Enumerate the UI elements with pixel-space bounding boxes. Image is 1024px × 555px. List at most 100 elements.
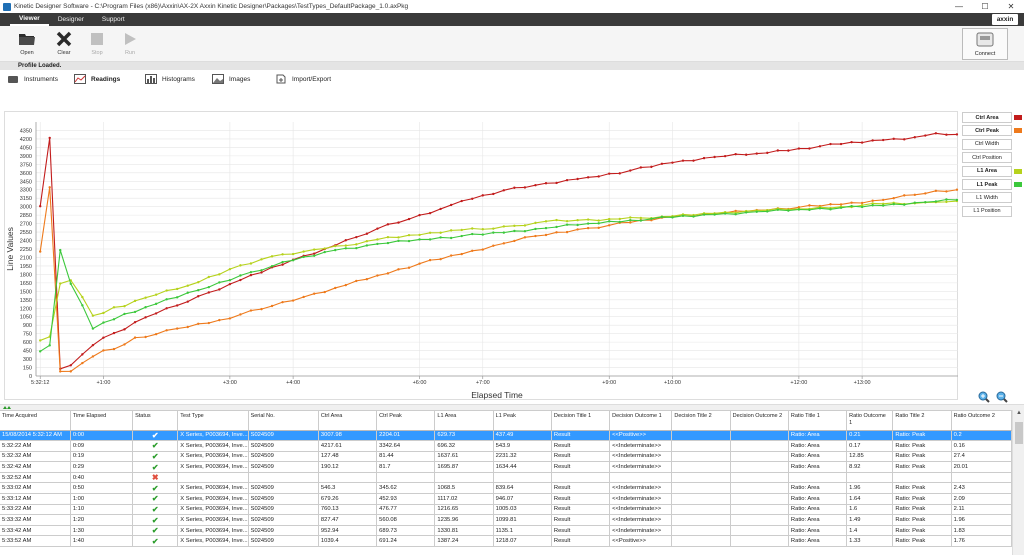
- nav-instruments[interactable]: Instruments: [7, 74, 58, 84]
- table-row[interactable]: 5:33:52 AM 1:40 ✔ X Series, P003694, Inve..…: [0, 535, 1012, 548]
- legend-item-l1-peak[interactable]: L1 Peak: [962, 179, 1012, 190]
- legend-item-ctrl-position[interactable]: Ctrl Position: [962, 152, 1012, 164]
- column-header[interactable]: Serial No.: [248, 411, 319, 431]
- table-cell: 5:33:52 AM: [0, 535, 71, 548]
- table-cell: [788, 472, 848, 484]
- legend-item-ctrl-area[interactable]: Ctrl Area: [962, 112, 1012, 123]
- data-point-l1-peak: [270, 265, 274, 268]
- column-header[interactable]: Ratio Title 2: [892, 411, 952, 431]
- table-row[interactable]: 5:33:22 AM 1:10 ✔ X Series, P003694, Inve..…: [0, 504, 1012, 516]
- nav-readings[interactable]: Readings: [74, 74, 120, 84]
- table-row[interactable]: 15/08/2014 5:32:12 AM 0:00 ✔ X Series, P003…: [0, 430, 1012, 442]
- connect-button[interactable]: Connect: [962, 28, 1008, 60]
- data-point-l1-peak: [502, 231, 506, 234]
- open-button[interactable]: Open: [14, 30, 40, 60]
- legend-swatch: [1014, 182, 1022, 187]
- column-header[interactable]: Ratio Outcome 1: [846, 411, 894, 431]
- data-point-ctrl-area: [175, 304, 179, 307]
- column-header[interactable]: L1 Peak: [493, 411, 552, 431]
- tab-support[interactable]: Support: [93, 13, 134, 26]
- legend-item-ctrl-width[interactable]: Ctrl Width: [962, 138, 1012, 150]
- legend-item-l1-position[interactable]: L1 Position: [962, 205, 1012, 217]
- table-row[interactable]: 5:32:32 AM 0:19 ✔ X Series, P003694, Inve..…: [0, 451, 1012, 463]
- table-cell: 5:32:32 AM: [0, 451, 71, 463]
- table-cell: 12.85: [846, 451, 894, 463]
- nav-import-export[interactable]: Import/Export: [275, 74, 331, 84]
- column-header[interactable]: Ctrl Peak: [376, 411, 436, 431]
- column-header[interactable]: L1 Area: [434, 411, 494, 431]
- table-row[interactable]: 5:33:42 AM 1:30 ✔ X Series, P003694, Inve..…: [0, 525, 1012, 537]
- legend-item-l1-width[interactable]: L1 Width: [962, 192, 1012, 204]
- table-row[interactable]: 5:32:42 AM 0:29 ✔ X Series, P003694, Inve..…: [0, 461, 1012, 473]
- data-point-ctrl-area: [597, 175, 600, 178]
- data-point-l1-peak: [945, 198, 948, 201]
- table-cell: [730, 451, 789, 463]
- table-cell: 560.08: [376, 514, 436, 526]
- data-point-l1-area: [228, 267, 232, 271]
- table-row[interactable]: 5:33:12 AM 1:00 ✔ X Series, P003694, Inve..…: [0, 493, 1012, 505]
- scroll-thumb[interactable]: [1015, 422, 1023, 444]
- table-row[interactable]: 5:32:52 AM 0:40 ✖: [0, 472, 1012, 484]
- column-header[interactable]: Decision Outcome 2: [730, 411, 789, 431]
- table-cell: 543.9: [493, 440, 552, 452]
- column-header[interactable]: Status: [132, 411, 179, 431]
- legend-item-l1-area[interactable]: L1 Area: [962, 165, 1012, 177]
- clear-button[interactable]: Clear: [51, 30, 77, 60]
- table-cell: 1695.87: [434, 461, 494, 473]
- column-header[interactable]: Decision Outcome 1: [609, 411, 673, 431]
- chart-legend: Ctrl Area Ctrl Peak Ctrl Width Ctrl Positio…: [962, 112, 1024, 222]
- table-cell: <<Positive>>: [609, 535, 673, 548]
- table-cell: 1.4: [846, 525, 894, 537]
- data-point-ctrl-area: [555, 181, 558, 185]
- table-cell: X Series, P003694, Inve...: [177, 440, 249, 452]
- maximize-button[interactable]: ☐: [972, 0, 998, 12]
- column-header[interactable]: Time Elapsed: [70, 411, 134, 431]
- column-header[interactable]: Ratio Outcome 2: [951, 411, 1012, 431]
- scroll-up-icon[interactable]: ▲: [1013, 410, 1024, 420]
- data-point-l1-peak: [397, 239, 400, 243]
- stop-button[interactable]: Stop: [84, 30, 110, 60]
- table-row[interactable]: 5:33:32 AM 1:20 ✔ X Series, P003694, Inve..…: [0, 514, 1012, 526]
- nav-histograms[interactable]: Histograms: [145, 74, 195, 84]
- table-scrollbar[interactable]: ▲: [1012, 410, 1024, 555]
- column-header[interactable]: Test Type: [177, 411, 249, 431]
- data-point-l1-peak: [808, 208, 811, 212]
- column-header[interactable]: Time Acquired: [0, 411, 71, 431]
- column-header[interactable]: Ratio Title 1: [788, 411, 848, 431]
- tab-viewer[interactable]: Viewer: [10, 13, 49, 26]
- table-row[interactable]: 5:32:22 AM 0:09 ✔ X Series, P003694, Inve..…: [0, 440, 1012, 452]
- data-point-ctrl-peak: [460, 252, 463, 256]
- readings-line-chart[interactable]: 0150300450600750900105012001350150016501…: [0, 110, 960, 402]
- zoom-out-icon[interactable]: [996, 391, 1008, 403]
- table-cell: [248, 472, 319, 484]
- y-tick-label: 3600: [20, 171, 32, 177]
- data-point-l1-peak: [860, 205, 864, 209]
- legend-item-ctrl-peak[interactable]: Ctrl Peak: [962, 125, 1012, 137]
- tab-designer[interactable]: Designer: [49, 13, 93, 26]
- data-point-l1-peak: [934, 200, 938, 203]
- table-cell: X Series, P003694, Inve...: [177, 514, 249, 526]
- data-point-ctrl-peak: [555, 231, 558, 234]
- data-point-l1-area: [59, 282, 62, 285]
- data-point-ctrl-area: [407, 217, 411, 221]
- brand-logo: axxin: [992, 14, 1018, 25]
- column-header[interactable]: Ctrl Area: [318, 411, 378, 431]
- column-header[interactable]: Decision Title 2: [671, 411, 731, 431]
- data-point-l1-peak: [513, 229, 516, 233]
- run-button[interactable]: Run: [117, 30, 143, 60]
- data-point-ctrl-peak: [59, 370, 62, 373]
- data-point-l1-peak: [766, 210, 769, 213]
- nav-images[interactable]: Images: [212, 74, 250, 84]
- data-point-ctrl-peak: [323, 290, 326, 294]
- table-cell: [671, 451, 731, 463]
- data-point-l1-peak: [91, 327, 95, 330]
- minimize-button[interactable]: —: [946, 0, 972, 12]
- y-tick-label: 1500: [20, 289, 32, 295]
- table-row[interactable]: 5:33:02 AM 0:50 ✔ X Series, P003694, Inve..…: [0, 482, 1012, 495]
- zoom-in-icon[interactable]: [978, 391, 990, 403]
- close-button[interactable]: ✕: [998, 0, 1024, 12]
- data-point-ctrl-area: [154, 312, 158, 315]
- data-point-ctrl-area: [48, 136, 51, 140]
- y-tick-label: 4350: [20, 128, 32, 134]
- column-header[interactable]: Decision Title 1: [551, 411, 611, 431]
